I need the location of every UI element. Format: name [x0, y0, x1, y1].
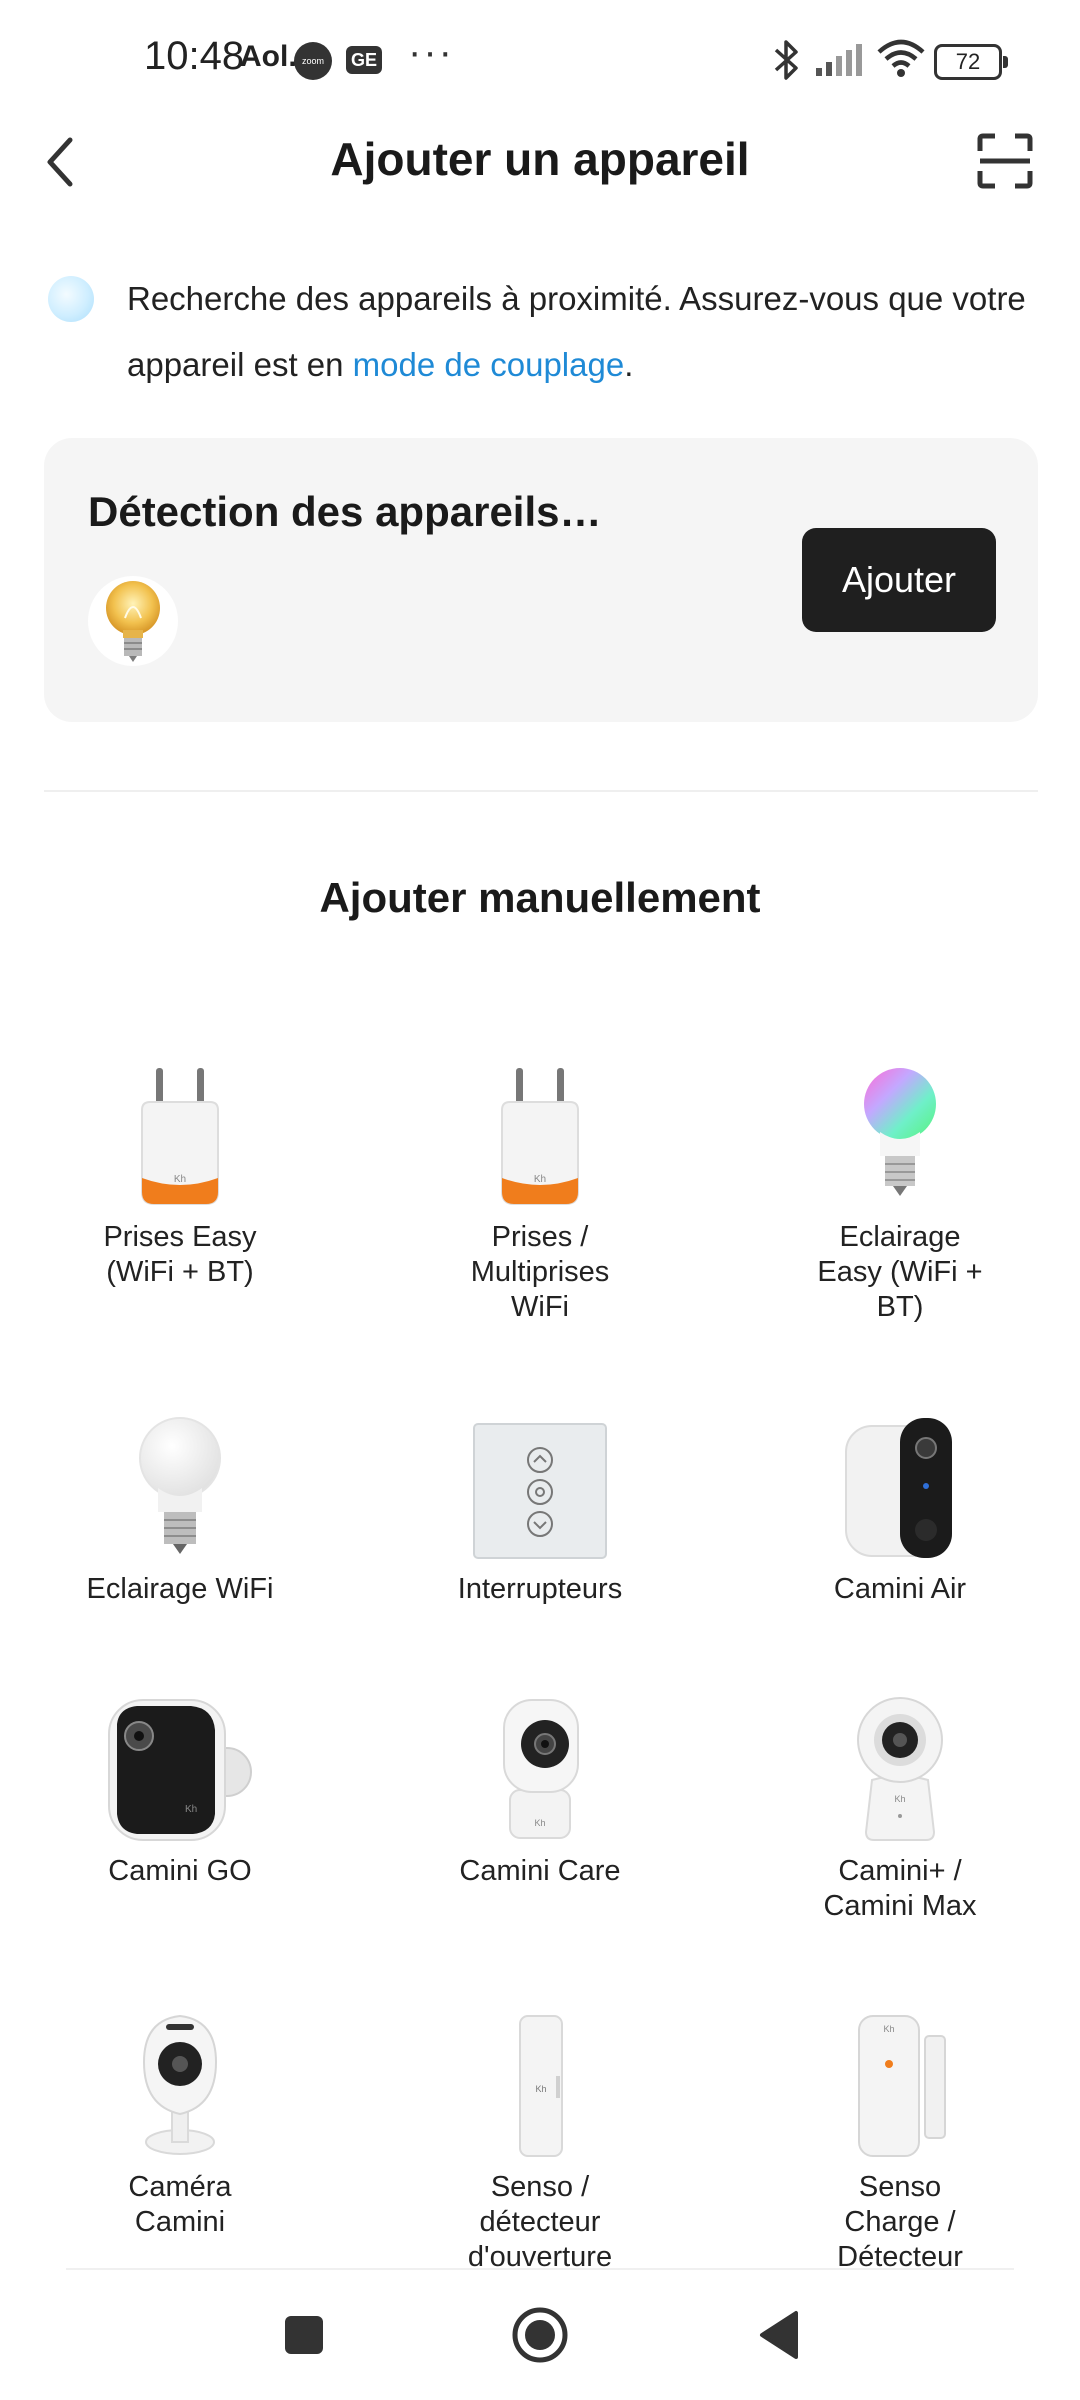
device-label: Senso / détecteur d'ouverture [467, 2171, 613, 2273]
device-detection-card: Détection des appareils… Ajouter [44, 438, 1038, 722]
section-divider [44, 790, 1038, 792]
status-time: 10:48 [144, 34, 245, 78]
device-label: Prises Easy (WiFi + BT) [103, 1221, 257, 1288]
search-info-text: Recherche des appareils à proximité. Ass… [127, 280, 1026, 383]
home-circle-icon [512, 2307, 568, 2363]
device-label: Senso Charge / Détecteur [837, 2171, 963, 2273]
device-label: Camini Care [459, 1855, 621, 1887]
svg-text:Kh: Kh [185, 1804, 197, 1815]
device-prises-multiprises[interactable]: Kh Prises / Multiprises WiFi [390, 1060, 690, 1325]
add-button[interactable]: Ajouter [802, 528, 996, 632]
device-label: Eclairage Easy (WiFi + BT) [817, 1221, 983, 1323]
device-eclairage-easy[interactable]: Eclairage Easy (WiFi + BT) [750, 1060, 1050, 1325]
device-senso-ouverture[interactable]: Kh Senso / détecteur d'ouverture [390, 2010, 690, 2275]
scan-frame-icon [977, 133, 1033, 189]
svg-text:Kh: Kh [883, 2024, 894, 2034]
rgb-bulb-icon [820, 1060, 980, 1210]
smart-plug-icon: Kh [100, 1060, 260, 1210]
device-eclairage-wifi[interactable]: Eclairage WiFi [30, 1412, 330, 1607]
bluetooth-icon [770, 38, 802, 87]
device-camini-air[interactable]: Camini Air [750, 1412, 1050, 1607]
device-label: Caméra Camini [128, 2171, 232, 2238]
device-camini-go[interactable]: Kh Camini GO [30, 1694, 330, 1889]
device-camini-care[interactable]: Kh Camini Care [390, 1694, 690, 1889]
ge-notification-icon: GE [346, 46, 382, 74]
door-sensor-icon: Kh [820, 2010, 980, 2160]
dome-camera-icon: Kh [820, 1694, 980, 1844]
device-interrupteurs[interactable]: Interrupteurs [390, 1412, 690, 1607]
device-prises-easy[interactable]: Kh Prises Easy (WiFi + BT) [30, 1060, 330, 1290]
system-nav-bar [0, 2270, 1080, 2400]
indoor-camera-icon: Kh [460, 1694, 620, 1844]
switch-panel-icon [460, 1412, 620, 1562]
detected-device[interactable] [88, 576, 178, 666]
device-label: Camini Air [833, 1573, 967, 1605]
aol-notification-icon: Aol. [240, 40, 297, 73]
nav-back-button[interactable] [718, 2270, 838, 2400]
device-label: Camini+ / Camini Max [823, 1855, 977, 1922]
recents-button[interactable] [244, 2270, 364, 2400]
device-camini-plus-max[interactable]: Kh Camini+ / Camini Max [750, 1694, 1050, 1924]
page-title: Ajouter un appareil [330, 133, 750, 185]
square-icon [285, 2316, 323, 2354]
zoom-notification-icon: zoom [294, 42, 332, 80]
smart-plug-icon: Kh [460, 1060, 620, 1210]
door-sensor-icon: Kh [460, 2010, 620, 2160]
home-button[interactable] [480, 2270, 600, 2400]
status-bar: 10:48 Aol. zoom GE ··· 72 [0, 0, 1080, 120]
svg-text:Kh: Kh [535, 2084, 546, 2094]
device-senso-charge[interactable]: Kh Senso Charge / Détecteur [750, 2010, 1050, 2275]
triangle-back-icon [760, 2311, 798, 2359]
searching-indicator-icon [48, 276, 94, 322]
battery-icon: 72 [934, 44, 1008, 80]
more-notifications-icon: ··· [408, 30, 454, 74]
pairing-mode-link[interactable]: mode de couplage [353, 346, 625, 383]
doorbell-camera-icon [820, 1412, 980, 1562]
wifi-icon [876, 38, 926, 83]
device-label: Interrupteurs [457, 1573, 623, 1605]
svg-text:Kh: Kh [534, 1174, 546, 1185]
manual-section-title: Ajouter manuellement [319, 874, 761, 921]
device-label: Camini GO [108, 1855, 252, 1887]
detection-title: Détection des appareils… [88, 488, 602, 535]
cell-signal-icon [814, 42, 864, 81]
svg-text:Kh: Kh [894, 1794, 905, 1804]
svg-text:Kh: Kh [174, 1174, 186, 1185]
svg-text:Kh: Kh [534, 1818, 545, 1828]
drop-camera-icon [100, 2010, 260, 2160]
scan-button[interactable] [970, 126, 1040, 196]
device-label: Eclairage WiFi [86, 1573, 274, 1605]
filament-bulb-icon [106, 581, 160, 662]
battery-camera-icon: Kh [100, 1694, 260, 1844]
device-label: Prises / Multiprises WiFi [470, 1221, 610, 1323]
device-camera-camini[interactable]: Caméra Camini [30, 2010, 330, 2240]
bulb-icon [100, 1412, 260, 1562]
